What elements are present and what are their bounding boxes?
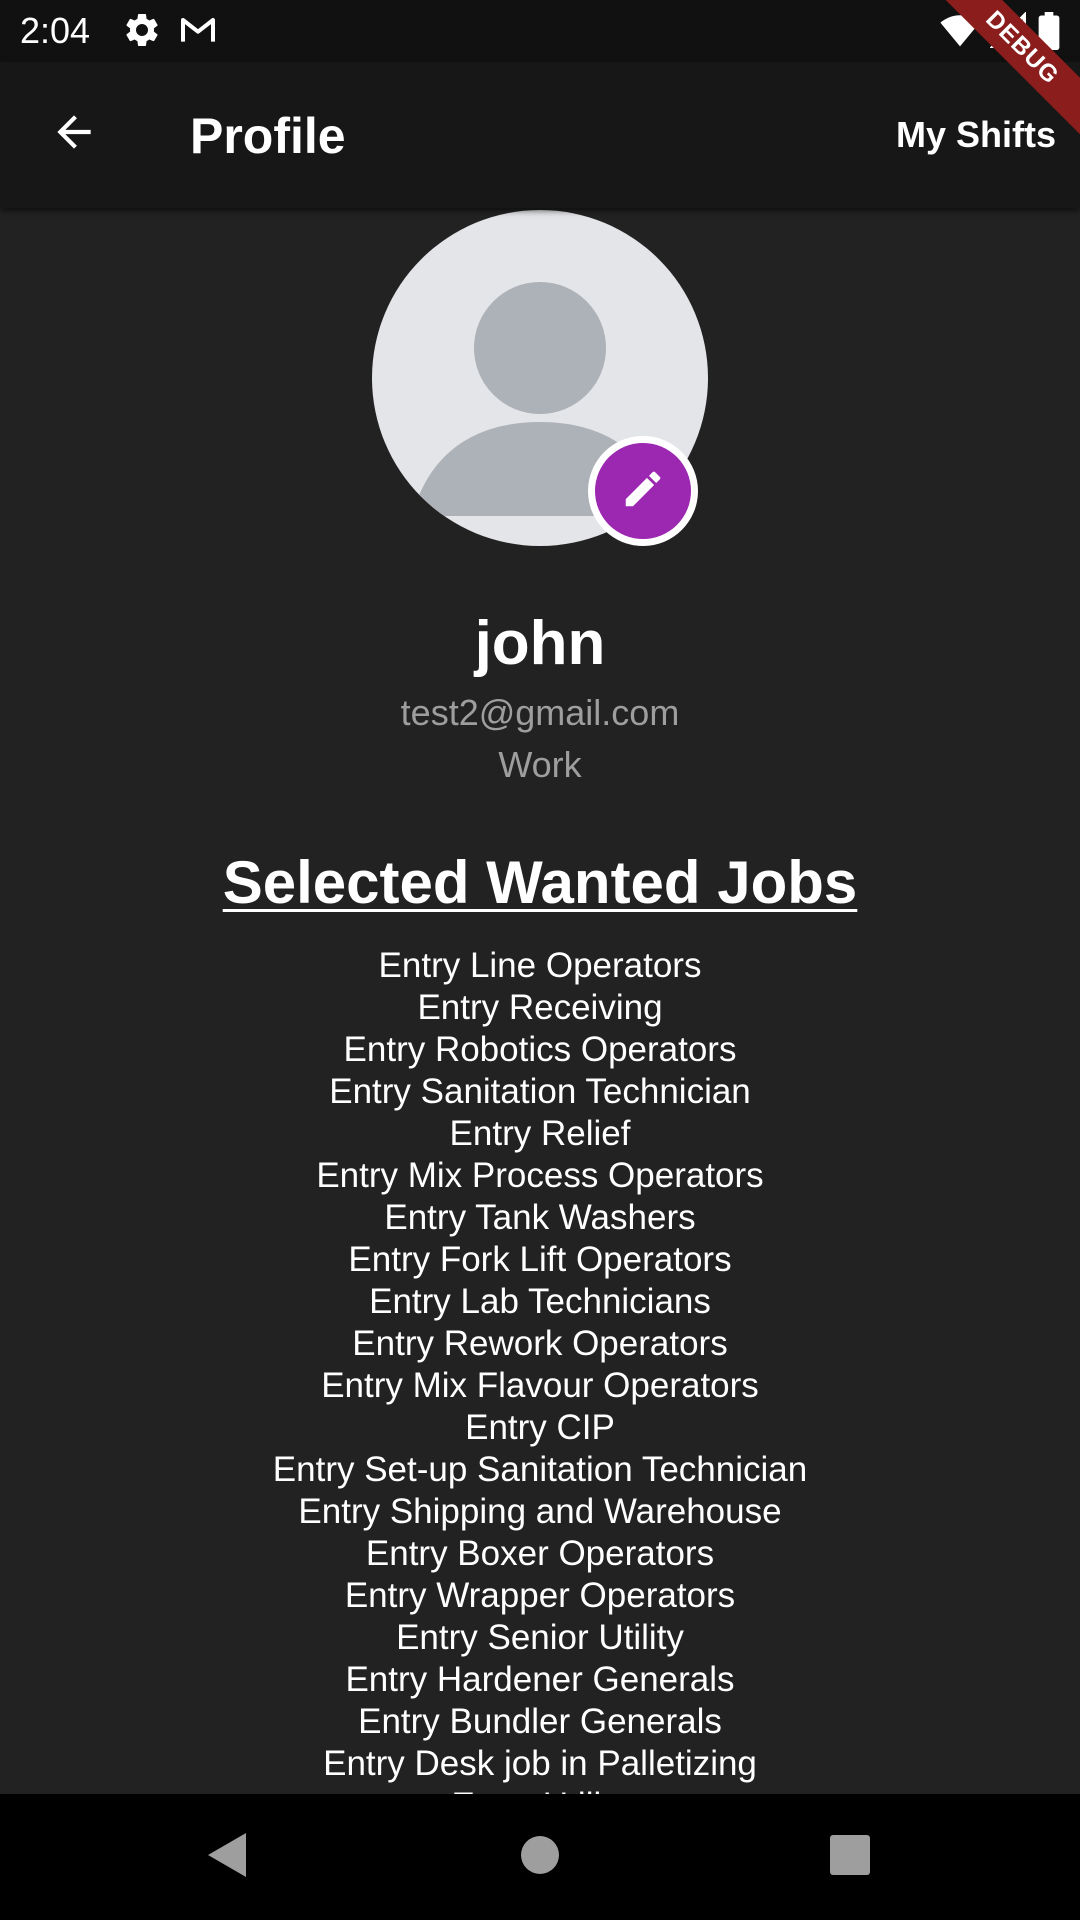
user-email: test2@gmail.com (400, 692, 680, 733)
settings-icon (122, 10, 162, 50)
job-item: Entry Desk job in Palletizing (323, 1744, 757, 1783)
jobs-list: Entry Line Operators Entry Receiving Entry… (0, 945, 1080, 1795)
user-role: Work (498, 744, 582, 785)
navigation-bar (0, 1794, 1080, 1920)
job-item: Entry Shipping and Warehouse (298, 1492, 782, 1531)
job-item: Entry Mix Process Operators (316, 1156, 764, 1195)
job-item: Entry Lab Technicians (369, 1282, 711, 1321)
my-shifts-button[interactable]: My Shifts (896, 114, 1056, 156)
job-item: Entry Wrapper Operators (344, 1576, 736, 1615)
edit-avatar-button[interactable] (588, 436, 698, 546)
job-item: Entry Mix Flavour Operators (321, 1366, 759, 1405)
back-button[interactable] (44, 104, 104, 164)
job-item: Entry Set-up Sanitation Technician (272, 1450, 808, 1489)
job-item: Entry Tank Washers (384, 1198, 696, 1237)
job-item: Entry Hardener Generals (345, 1660, 735, 1699)
job-item: Entry Senior Utility (396, 1618, 684, 1657)
job-item: Entry Rework Operators (352, 1324, 728, 1363)
gmail-icon (178, 10, 218, 50)
job-item: Entry CIP (465, 1408, 615, 1447)
triangle-back-icon (204, 1831, 248, 1884)
app-bar: Profile My Shifts (0, 62, 1080, 208)
nav-recents-button[interactable] (820, 1827, 880, 1887)
job-item: Entry Robotics Operators (343, 1030, 737, 1069)
status-time: 2:04 (20, 10, 91, 51)
arrow-back-icon (49, 107, 99, 162)
job-item: Entry Line Operators (378, 946, 702, 985)
page-title: Profile (190, 108, 346, 164)
square-recents-icon (830, 1834, 870, 1880)
circle-home-icon (520, 1835, 560, 1880)
user-name: john (474, 609, 606, 678)
job-item: Entry Boxer Operators (365, 1534, 715, 1573)
job-item: Entry Bundler Generals (358, 1702, 722, 1741)
job-item: Entry Fork Lift Operators (348, 1240, 732, 1279)
job-item: Entry Receiving (417, 988, 663, 1027)
status-bar: 2:04 (0, 0, 1080, 62)
nav-home-button[interactable] (510, 1827, 570, 1887)
job-item: Entry Sanitation Technician (329, 1072, 751, 1111)
edit-icon (620, 466, 666, 517)
jobs-heading: Selected Wanted Jobs (222, 849, 858, 916)
nav-back-button[interactable] (196, 1827, 256, 1887)
job-item: Entry Relief (449, 1114, 631, 1153)
